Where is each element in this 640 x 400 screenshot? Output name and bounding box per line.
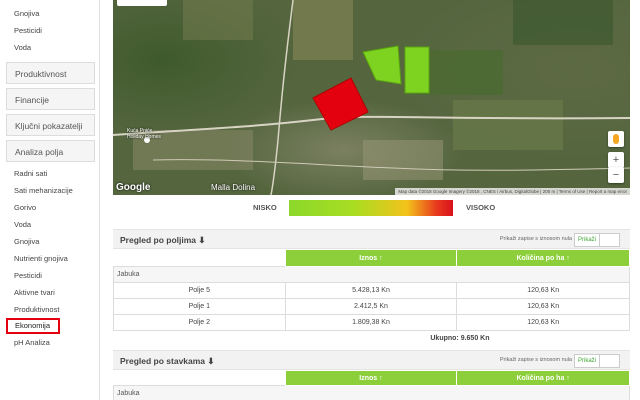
sidebar-item-sati-mehanizacije[interactable]: Sati mehanizacije bbox=[0, 182, 99, 199]
items-table: Iznos ↑ Količina po ha ↑ Jabuka bbox=[113, 370, 630, 400]
sidebar-item-produktivnost[interactable]: Produktivnost bbox=[0, 301, 99, 318]
field-amount: 5.428,13 Kn bbox=[284, 282, 458, 299]
legend-low-label: NISKO bbox=[253, 203, 277, 212]
zoom-in-button[interactable]: + bbox=[608, 152, 624, 168]
panel-title[interactable]: Pregled po stavkama ⬇ bbox=[120, 356, 215, 367]
zero-records-label: Prikaži zapise s iznosom nula bbox=[499, 236, 572, 242]
place-label: Malla Dolina bbox=[211, 183, 256, 192]
map-attribution[interactable]: Map data ©2018 Google Imagery ©2018 , CN… bbox=[395, 188, 630, 195]
table-row: Polje 1 2.412,5 Kn 120,63 Kn bbox=[113, 298, 630, 315]
sidebar-item-nutrienti-gnojiva[interactable]: Nutrienti gnojiva bbox=[0, 250, 99, 267]
legend-gradient-bar bbox=[289, 200, 453, 216]
column-header-amount[interactable]: Iznos ↑ bbox=[284, 370, 458, 386]
field-name: Polje 2 bbox=[113, 314, 286, 331]
legend-high-label: VISOKO bbox=[466, 203, 496, 212]
panel-title[interactable]: Pregled po poljima ⬇ bbox=[120, 235, 206, 246]
toggle-value[interactable]: Prikaži bbox=[575, 355, 601, 367]
field-name: Polje 1 bbox=[113, 298, 286, 315]
zoom-out-button[interactable]: − bbox=[608, 167, 624, 183]
sidebar-item-ph-analiza[interactable]: pH Analiza bbox=[0, 334, 99, 351]
panel-header: Pregled po poljima ⬇ Prikaži zapise s iz… bbox=[113, 229, 630, 249]
sidebar-item-gnojiva[interactable]: Gnojiva bbox=[0, 5, 99, 22]
column-header-amount[interactable]: Iznos ↑ bbox=[284, 249, 458, 267]
column-header-per-ha[interactable]: Količina po ha ↑ bbox=[456, 370, 630, 386]
map-imagery bbox=[113, 0, 630, 195]
sidebar-section-analiza-polja[interactable]: Analiza polja bbox=[6, 140, 95, 162]
field-polje-5 bbox=[312, 77, 369, 131]
group-row: Jabuka bbox=[113, 266, 630, 283]
sidebar-item-pesticidi[interactable]: Pesticidi bbox=[0, 22, 99, 39]
field-polje-2 bbox=[404, 46, 430, 94]
street-view-pegman-icon[interactable] bbox=[608, 131, 624, 147]
field-per-ha: 120,63 Kn bbox=[456, 314, 630, 331]
sidebar-item-gorivo[interactable]: Gorivo bbox=[0, 199, 99, 216]
table-header-blank bbox=[113, 370, 286, 386]
table-header-blank bbox=[113, 249, 286, 267]
sidebar-section-kljucni-pokazatelji[interactable]: Ključni pokazatelji bbox=[6, 114, 95, 136]
map-type-control[interactable] bbox=[117, 0, 167, 6]
sidebar: Gnojiva Pesticidi Voda Produktivnost Fin… bbox=[0, 0, 100, 400]
toggle-value[interactable]: Prikaži bbox=[575, 234, 601, 246]
sidebar-item-voda-2[interactable]: Voda bbox=[0, 216, 99, 233]
show-zero-toggle[interactable]: Prikaži bbox=[574, 354, 620, 368]
panel-header: Pregled po stavkama ⬇ Prikaži zapise s i… bbox=[113, 350, 630, 370]
satellite-map[interactable]: Kuća Pniće Holiday Homes Malla Dolina + … bbox=[113, 0, 630, 195]
field-per-ha: 120,63 Kn bbox=[456, 282, 630, 299]
field-amount: 2.412,5 Kn bbox=[284, 298, 458, 315]
zero-records-label: Prikaži zapise s iznosom nula bbox=[499, 357, 572, 363]
sidebar-item-ekonomija[interactable]: Ekonomija bbox=[6, 318, 60, 334]
panel-fields-overview: Pregled po poljima ⬇ Prikaži zapise s iz… bbox=[113, 229, 630, 347]
table-row: Polje 2 1.809,38 Kn 120,63 Kn bbox=[113, 314, 630, 331]
place-label: Kuća Pniće Holiday Homes bbox=[127, 128, 161, 140]
sidebar-item-pesticidi-2[interactable]: Pesticidi bbox=[0, 267, 99, 284]
sidebar-section-produktivnost[interactable]: Produktivnost bbox=[6, 62, 95, 84]
sidebar-item-voda[interactable]: Voda bbox=[0, 39, 99, 56]
table-row: Polje 5 5.428,13 Kn 120,63 Kn bbox=[113, 282, 630, 299]
fields-table: Iznos ↑ Količina po ha ↑ Jabuka Polje 5 … bbox=[113, 249, 630, 347]
show-zero-toggle[interactable]: Prikaži bbox=[574, 233, 620, 247]
field-amount: 1.809,38 Kn bbox=[284, 314, 458, 331]
total-amount: Ukupno: 9.650 Kn bbox=[430, 335, 490, 343]
google-logo: Google bbox=[116, 182, 151, 193]
column-header-per-ha[interactable]: Količina po ha ↑ bbox=[456, 249, 630, 267]
panel-items-overview: Pregled po stavkama ⬇ Prikaži zapise s i… bbox=[113, 350, 630, 400]
sidebar-section-financije[interactable]: Financije bbox=[6, 88, 95, 110]
field-name: Polje 5 bbox=[113, 282, 286, 299]
group-row: Jabuka bbox=[113, 385, 630, 400]
sidebar-item-gnojiva-2[interactable]: Gnojiva bbox=[0, 233, 99, 250]
sidebar-item-radni-sati[interactable]: Radni sati bbox=[0, 165, 99, 182]
field-polje-1 bbox=[362, 45, 402, 85]
sidebar-item-aktivne-tvari[interactable]: Aktivne tvari bbox=[0, 284, 99, 301]
field-per-ha: 120,63 Kn bbox=[456, 298, 630, 315]
